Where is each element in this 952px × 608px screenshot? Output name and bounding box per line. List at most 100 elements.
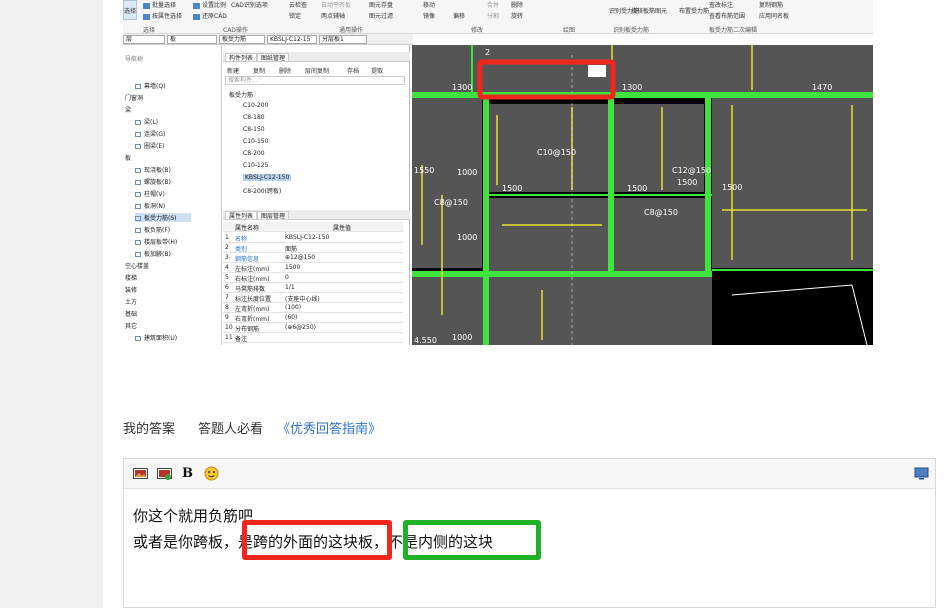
tree-item[interactable]: 板加腋(B) bbox=[135, 249, 171, 258]
insert-image-local-icon[interactable] bbox=[157, 466, 172, 481]
ribbon-item[interactable]: 自动平齐板 bbox=[321, 0, 351, 9]
tree-group[interactable]: 门窗洞 bbox=[125, 93, 143, 102]
property-row[interactable]: 5 右标注(mm) 0 bbox=[223, 273, 403, 283]
property-value[interactable]: (支座中心线) bbox=[285, 294, 320, 303]
list-root[interactable]: 板受力筋 bbox=[229, 90, 253, 99]
tree-item[interactable]: 幕墙(Q) bbox=[135, 81, 165, 90]
ribbon-item[interactable]: 按属性选择 bbox=[143, 11, 182, 20]
tree-item[interactable]: 连梁(G) bbox=[135, 129, 165, 138]
tab-component-list[interactable]: 构件列表 bbox=[225, 53, 258, 62]
property-row[interactable]: 7 标注长度位置 (支座中心线) bbox=[223, 293, 403, 303]
ribbon-item[interactable]: 云检查 bbox=[289, 0, 307, 9]
tree-item-selected[interactable]: 板受力筋(S) bbox=[135, 213, 191, 222]
property-row[interactable]: 8 左弯折(mm) (100) bbox=[223, 303, 403, 313]
ribbon-item[interactable]: 移动 bbox=[423, 0, 435, 9]
floor-combo[interactable]: 层 bbox=[123, 35, 165, 44]
property-row[interactable]: 4 左标注(mm) 1500 bbox=[223, 263, 403, 273]
ribbon-item[interactable]: 锁定 bbox=[289, 11, 301, 20]
tree-group[interactable]: 装修 bbox=[125, 285, 137, 294]
tree-item[interactable]: 梁(L) bbox=[135, 117, 158, 126]
new-button[interactable]: 新建 bbox=[227, 66, 239, 75]
editor-line-1[interactable]: 你这个就用负筋吧 bbox=[133, 505, 253, 526]
property-value[interactable]: KBSLJ-C12-150 bbox=[285, 234, 329, 241]
tree-item[interactable]: 楼层板带(H) bbox=[135, 237, 177, 246]
property-value[interactable]: 1500 bbox=[285, 264, 300, 271]
property-row[interactable]: 10 分布钢筋 (⊕6@250) bbox=[223, 323, 403, 333]
property-row[interactable]: 6 马凳筋排数 1/1 bbox=[223, 283, 403, 293]
ribbon-item[interactable]: 图元存盘 bbox=[369, 0, 393, 9]
tree-group[interactable]: 梁 bbox=[125, 105, 131, 114]
layer-combo[interactable]: 分层板1 bbox=[319, 35, 367, 44]
tree-group[interactable]: 基础 bbox=[125, 309, 137, 318]
floor-copy-button[interactable]: 层间复制 bbox=[305, 66, 329, 75]
tab-property-list[interactable]: 属性列表 bbox=[225, 211, 258, 220]
property-value[interactable]: 0 bbox=[285, 274, 289, 281]
ribbon-item[interactable]: 两点辅轴 bbox=[321, 11, 345, 20]
ribbon-item[interactable]: 还原CAD bbox=[193, 11, 227, 20]
tree-group[interactable]: 板 bbox=[125, 153, 131, 162]
cad-drawing-canvas[interactable]: 2 1500 1000 1500 1500 1500 1000 1550 4.5… bbox=[412, 45, 873, 345]
ribbon-item[interactable]: 删除 bbox=[511, 0, 523, 9]
component-search-input[interactable]: 搜索构件... bbox=[225, 76, 405, 85]
list-item[interactable]: C10-200 bbox=[243, 102, 268, 109]
tree-group[interactable]: 楼梯 bbox=[125, 273, 137, 282]
tab-drawing-manage[interactable]: 图纸管理 bbox=[257, 53, 290, 62]
list-item-selected[interactable]: KBSLJ-C12-150 bbox=[243, 174, 292, 181]
property-row[interactable]: 2 类别 面筋 bbox=[223, 243, 403, 253]
copy-button[interactable]: 复制 bbox=[253, 66, 265, 75]
property-value[interactable]: (60) bbox=[285, 314, 297, 321]
tree-group[interactable]: 空心楼盖 bbox=[125, 261, 149, 270]
ribbon-item[interactable]: CAD识别选项 bbox=[231, 0, 268, 9]
list-item[interactable]: C10-150 bbox=[243, 138, 268, 145]
property-value[interactable]: 面筋 bbox=[285, 244, 297, 253]
tree-group[interactable]: 土方 bbox=[125, 297, 137, 306]
tree-item[interactable]: 现浇板(B) bbox=[135, 165, 171, 174]
property-row[interactable]: 9 右弯折(mm) (60) bbox=[223, 313, 403, 323]
ribbon-item[interactable]: 偏移 bbox=[453, 11, 465, 20]
tree-item[interactable]: 螺旋板(B) bbox=[135, 177, 171, 186]
fullscreen-icon[interactable] bbox=[914, 466, 929, 481]
property-value[interactable]: 1/1 bbox=[285, 284, 295, 291]
list-item[interactable]: C10-125 bbox=[243, 162, 268, 169]
ribbon-item[interactable]: 旋转 bbox=[511, 11, 523, 20]
list-item[interactable]: C8-180 bbox=[243, 114, 265, 121]
property-row[interactable]: 1 名称 KBSLJ-C12-150 bbox=[223, 233, 403, 243]
property-row[interactable]: 3 钢筋信息 ⊕12@150 bbox=[223, 253, 403, 263]
ribbon-item[interactable]: 查看布筋范围 bbox=[709, 11, 745, 20]
ribbon-item[interactable]: 布置受力筋 bbox=[679, 6, 709, 15]
answer-guide-link[interactable]: 《优秀回答指南》 bbox=[277, 418, 381, 437]
ribbon-item[interactable]: 设置比例 bbox=[193, 0, 226, 9]
list-item[interactable]: C8-200(跨板) bbox=[243, 186, 281, 195]
property-row[interactable]: 11 备注 bbox=[223, 333, 403, 343]
ribbon-item[interactable]: 复制钢筋 bbox=[759, 0, 783, 9]
ribbon-item[interactable]: 批量选择 bbox=[143, 0, 176, 9]
property-value[interactable]: (⊕6@250) bbox=[285, 324, 316, 331]
ribbon-item[interactable]: 查改标注 bbox=[709, 0, 733, 9]
tab-layer-manage[interactable]: 图层管理 bbox=[257, 211, 290, 220]
ribbon-item[interactable]: 合并 bbox=[487, 0, 499, 9]
property-value[interactable]: ⊕12@150 bbox=[285, 254, 315, 261]
ribbon-item[interactable]: 镜像 bbox=[423, 11, 435, 20]
list-item[interactable]: C8-200 bbox=[243, 150, 265, 157]
tree-group[interactable]: 其它 bbox=[125, 321, 137, 330]
type-combo[interactable]: 板 bbox=[167, 35, 217, 44]
ribbon-item[interactable]: 图元过滤 bbox=[369, 11, 393, 20]
tree-item[interactable]: 板负筋(F) bbox=[135, 225, 170, 234]
bold-button[interactable]: B bbox=[182, 466, 197, 481]
ribbon-item[interactable]: 校核板筋图元 bbox=[631, 6, 667, 15]
subtype-combo[interactable]: 板受力筋 bbox=[219, 35, 265, 44]
my-answer-tab[interactable]: 我的答案 bbox=[123, 418, 175, 437]
insert-image-icon[interactable] bbox=[133, 466, 148, 481]
emoji-icon[interactable] bbox=[204, 466, 219, 481]
extract-button[interactable]: 提取 bbox=[371, 66, 383, 75]
delete-button[interactable]: 删除 bbox=[279, 66, 291, 75]
tree-item[interactable]: 圈梁(E) bbox=[135, 141, 164, 150]
property-value[interactable]: (100) bbox=[285, 304, 301, 311]
ribbon-item[interactable]: 选择 bbox=[124, 6, 136, 15]
tree-item[interactable]: 建筑面积(U) bbox=[135, 333, 177, 342]
ribbon-item[interactable]: 分割 bbox=[487, 11, 499, 20]
tree-item[interactable]: 板洞(N) bbox=[135, 201, 165, 210]
component-combo[interactable]: KBSLJ-C12-15 bbox=[267, 35, 317, 44]
ribbon-item[interactable]: 应用同名板 bbox=[759, 11, 789, 20]
tree-item[interactable]: 柱帽(V) bbox=[135, 189, 165, 198]
